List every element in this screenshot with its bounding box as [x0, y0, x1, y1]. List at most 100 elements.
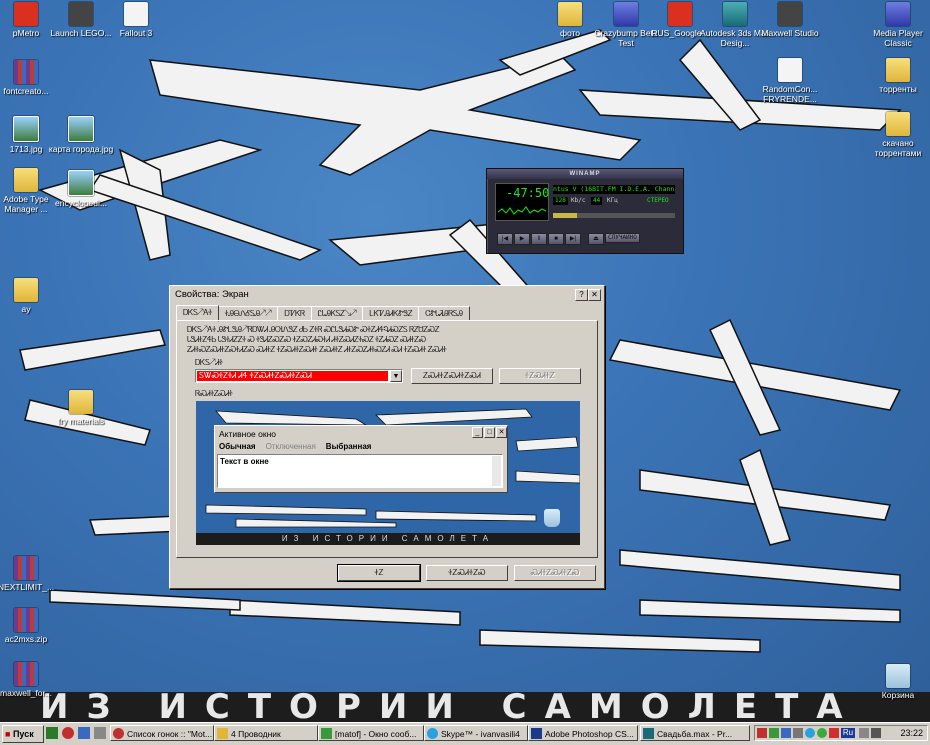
tray-kaspersky-icon[interactable]: [829, 728, 839, 738]
tray-volume-icon[interactable]: [859, 728, 869, 738]
quicklaunch-window-icon[interactable]: [94, 727, 106, 739]
desktop-icon-nextlimit[interactable]: NEXTLIMIT_...: [0, 556, 64, 592]
desktop-icon-label: NEXTLIMIT_...: [0, 582, 55, 592]
desktop-icon-randomcon[interactable]: RandomCon... FRYRENDE...: [752, 58, 828, 104]
task-photoshop[interactable]: Adobe Photoshop CS...: [528, 725, 638, 741]
task-explorer[interactable]: 4 Проводник: [214, 725, 318, 741]
desktop-icon-ay[interactable]: ay: [0, 278, 64, 314]
winamp-shuffle-button[interactable]: СЛУЧАЙНО: [605, 233, 640, 243]
tray-rl-icon[interactable]: [757, 728, 767, 738]
task-message[interactable]: [matof] - Окно сооб...: [318, 725, 424, 741]
task-label: Список гонок :: "Mot...: [127, 729, 213, 739]
description-line-3: ᏃᏗᏐᏍᏃᏍᏗᏐᏃᏍᏐᏗᏃᏍ ᏍᏗᏐᏃ ᏐᏃᏍᏗᏐᏃᏍᏗᏐ ᏃᏍᏗᏐᏃ ᏗᏐᏃᏍ…: [187, 345, 447, 354]
desktop-icon-city-map[interactable]: карта города.jpg: [43, 116, 119, 154]
prev-icon[interactable]: |◀: [497, 233, 513, 245]
desktop-icon-label: скачано торрентами: [874, 138, 922, 158]
desktop-icon-fallout[interactable]: Fallout 3: [98, 2, 174, 38]
pause-icon[interactable]: ‖: [531, 233, 547, 245]
image-icon: [68, 116, 94, 142]
winamp-player[interactable]: WINAMP -47:50 ntus V (16BIT.FM I.D.E.A. …: [486, 168, 684, 254]
desktop-icon-label: maxwell_for...: [0, 688, 52, 698]
ok-button[interactable]: ᏐᏃ: [337, 564, 421, 582]
tray-app-icon[interactable]: [871, 728, 881, 738]
start-button[interactable]: ■ Пуск: [2, 725, 44, 743]
tray-skype-icon[interactable]: [805, 728, 815, 738]
preview-menu-disabled: Отключенная: [265, 442, 316, 451]
3dsmax-icon: [723, 2, 747, 26]
apply-button[interactable]: ᏍᏗᏐᏃᏍᏗᏐᏃᏍ: [514, 565, 596, 581]
recycle-bin-icon: [886, 664, 910, 688]
desktop-icon-downloaded-torrents[interactable]: скачано торрентами: [860, 112, 930, 158]
tab-3[interactable]: ᏝᏓᎯᏦᏚᏃ↘↗: [310, 306, 364, 321]
3dsmax-icon: [643, 728, 654, 739]
desktop-icon-maxwell-for[interactable]: maxwell_for...: [0, 662, 64, 698]
folder-icon: [886, 112, 910, 136]
tray-printer-icon[interactable]: [793, 728, 803, 738]
preview-window-title: Активное окно _ □ ✕: [217, 427, 507, 440]
task-skype[interactable]: Skype™ - ivanvasili4: [424, 725, 528, 741]
desktop-icon-encyclopedia[interactable]: encyclopedi...: [43, 170, 119, 208]
desktop-icon-fry-materials[interactable]: fry materials: [43, 390, 119, 426]
folder-icon: [14, 278, 38, 302]
chevron-down-icon[interactable]: ▼: [390, 370, 402, 382]
chat-icon: [321, 728, 332, 739]
desktop-icon-media-player[interactable]: Media Player Classic: [860, 2, 930, 48]
desktop-icon-torrents[interactable]: торренты: [860, 58, 930, 94]
folder-icon: [558, 2, 582, 26]
preview-menu-selected: Выбранная: [325, 442, 372, 451]
wallpaper-caption: ИЗ ИСТОРИИ САМОЛЕТА: [0, 692, 930, 722]
preview-window-title-text: Активное окно: [219, 429, 277, 439]
dialog-title-bar[interactable]: Свойства: Экран ? ✕: [172, 288, 602, 302]
winamp-title[interactable]: WINAMP: [487, 169, 683, 179]
quicklaunch-explorer-icon[interactable]: [78, 727, 90, 739]
tray-language[interactable]: Ru: [841, 728, 855, 738]
desktop-icon-ac2mxs[interactable]: ac2mxs.zip: [0, 608, 64, 644]
tray-monitor-icon[interactable]: [781, 728, 791, 738]
task-3dsmax[interactable]: Свадьба.max - Pr...: [640, 725, 750, 741]
element-label: ᎠᏦᏚ↗ᏗᏐ: [195, 358, 223, 367]
display-properties-dialog: Свойства: Экран ? ✕ ᎠᏦᏚ↗ᎪᏐ ᏐᎯᎾᏁᎴᏚᎯ↗↗ ᎠᏤᏦᏒ Ꮭ…: [169, 285, 605, 589]
winamp-seek-bar[interactable]: [553, 213, 675, 218]
winamp-time[interactable]: -47:50: [506, 186, 549, 200]
preview-menu-normal: Обычная: [219, 442, 256, 451]
folder-icon: [886, 58, 910, 82]
winamp-display: -47:50: [495, 183, 549, 221]
dialog-tabs: ᎠᏦᏚ↗ᎪᏐ ᏐᎯᎾᏁᎴᏚᎯ↗↗ ᎠᏤᏦᏒ ᏝᏓᎯᏦᏚᏃ↘↗ ᏞᏦᏤᎯᏗᏦᏑᏕᏃ ᏣᏑᏓᏘ…: [176, 305, 470, 322]
facebook-icon: [778, 58, 802, 82]
tray-network-icon[interactable]: [769, 728, 779, 738]
element-select[interactable]: ᏚᏔᏍᏐᏃᏐᏗ ᏗᏎ ᏐᏃᏍᏗᏐᏃᏍᏗᏐᏃᏍᏗ ▼: [195, 369, 403, 383]
close-icon: ✕: [496, 427, 507, 438]
stop-icon[interactable]: ■: [548, 233, 564, 245]
tab-5[interactable]: ᏣᏑᏓᏘᎯᏒᏚᎯ: [418, 306, 470, 321]
task-races-list[interactable]: Список гонок :: "Mot...: [110, 725, 214, 741]
maxwell-icon: [778, 2, 802, 26]
eject-icon[interactable]: ⏏: [588, 233, 604, 245]
tab-4[interactable]: ᏞᏦᏤᎯᏗᏦᏑᏕᏃ: [362, 306, 420, 321]
cancel-button[interactable]: ᏐᏃᏍᏗᏐᏃᏍ: [426, 565, 508, 581]
preview-window-text-content: Текст в окне: [220, 457, 269, 466]
tray-icq-icon[interactable]: [817, 728, 827, 738]
winrar-icon: [14, 60, 38, 84]
preview-active-window: Активное окно _ □ ✕ Обычная Отключенная Вы…: [214, 425, 508, 493]
desktop-icon-fontcreator[interactable]: fontcreato...: [0, 60, 64, 96]
desktop-icon-label: карта города.jpg: [48, 144, 114, 154]
winamp-seek-fill: [553, 213, 578, 218]
preview-caption: ИЗ ИСТОРИИ САМОЛЕТА: [196, 533, 580, 545]
save-as-button[interactable]: ᏃᏍᏗᏐᏃᏍᏗᏐᏃᏍᏗ: [411, 368, 493, 384]
desktop-icon-label: 1713.jpg: [9, 144, 43, 154]
winrar-icon: [14, 608, 38, 632]
tab-2[interactable]: ᎠᏤᏦᏒ: [277, 306, 312, 321]
delete-button[interactable]: ᏐᏃᏍᏗᏐᏃ: [499, 368, 581, 384]
preview-window-text: Текст в окне: [217, 454, 503, 488]
tab-1[interactable]: ᏐᎯᎾᏁᎴᏚᎯ↗↗: [217, 306, 279, 321]
quicklaunch-opera-icon[interactable]: [62, 727, 74, 739]
close-button[interactable]: ✕: [588, 289, 601, 301]
desktop-icon-label: Fallout 3: [119, 28, 153, 38]
quicklaunch-desktop-icon[interactable]: [46, 727, 58, 739]
play-icon[interactable]: ▶: [514, 233, 530, 245]
desktop-icon-recycle-bin[interactable]: Корзина: [860, 664, 930, 700]
desktop-icon-maxwell-studio[interactable]: Maxwell Studio: [752, 2, 828, 38]
help-button[interactable]: ?: [575, 289, 588, 301]
preview-menu: Обычная Отключенная Выбранная: [219, 442, 381, 451]
next-icon[interactable]: ▶|: [565, 233, 581, 245]
